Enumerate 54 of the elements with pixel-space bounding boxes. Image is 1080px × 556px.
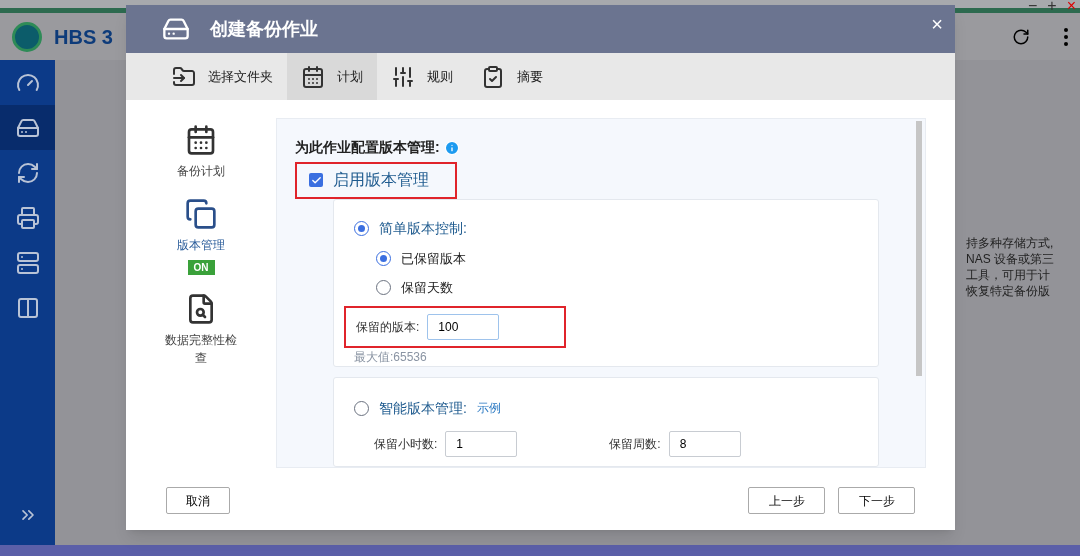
radio-button[interactable] (376, 250, 391, 266)
section-item[interactable]: 版本管理 ON (161, 198, 241, 275)
description-text: 恢复特定备份版 (966, 283, 1051, 299)
more-icon[interactable] (1064, 27, 1068, 46)
sync-icon (15, 160, 40, 185)
back-button[interactable]: 上一步 (748, 487, 825, 514)
scrollbar[interactable] (916, 121, 922, 376)
info-icon (443, 139, 460, 156)
section-heading: 为此作业配置版本管理: (295, 138, 440, 157)
window-control[interactable]: − (1027, 1, 1038, 11)
hint-text: 最大值:65536 (354, 348, 428, 366)
folder-icon (172, 64, 196, 89)
input-field[interactable]: 1 (445, 430, 518, 457)
calendar-icon (301, 64, 325, 89)
option-label: 保留天数 (401, 279, 453, 297)
server-icon (15, 250, 40, 275)
radio-button[interactable] (354, 220, 369, 236)
calendar-icon (185, 124, 217, 156)
description-text: 持多种存储方式, (966, 235, 1055, 251)
sidebar-item[interactable] (0, 105, 55, 150)
next-button[interactable]: 下一步 (838, 487, 915, 514)
example-link[interactable]: 示例 (476, 399, 501, 417)
option-label: 智能版本管理: (379, 398, 467, 418)
step-tab[interactable]: 计划 (287, 53, 377, 100)
logo-icon (12, 21, 42, 52)
cancel-button[interactable]: 取消 (166, 487, 230, 514)
status-badge: ON (187, 260, 215, 275)
checkbox-label: 启用版本管理 (333, 170, 429, 191)
copy-icon (185, 198, 217, 230)
field-label: 保留的版本: (356, 318, 420, 336)
section-item[interactable]: 备份计划 (161, 124, 241, 180)
panel-icon (15, 295, 40, 320)
sliders-icon (391, 64, 415, 89)
input-field[interactable]: 8 (668, 430, 741, 457)
input-field[interactable]: 100 (427, 313, 500, 340)
field-label: 保留周数: (609, 435, 661, 453)
radio-button[interactable] (354, 400, 369, 416)
description-text: 工具，可用于计 (966, 267, 1051, 283)
description-text: NAS 设备或第三 (966, 251, 1055, 267)
radio-button[interactable] (376, 280, 391, 296)
app-title: HBS 3 (54, 24, 113, 50)
option-label: 简单版本控制: (379, 218, 467, 238)
section-item[interactable]: 数据完整性检查 (161, 293, 241, 367)
checkbox[interactable] (309, 173, 323, 188)
step-tab[interactable]: 规则 (377, 53, 467, 100)
step-tab[interactable]: 选择文件夹 (158, 53, 287, 100)
close-button[interactable]: × (931, 9, 943, 39)
field-label: 保留小时数: (374, 435, 438, 453)
step-tab[interactable]: 摘要 (467, 53, 557, 100)
dialog-title: 创建备份作业 (210, 17, 318, 41)
refresh-icon (1012, 27, 1030, 46)
clipboard-icon (481, 64, 505, 89)
option-label: 已保留版本 (401, 249, 466, 268)
printer-icon (15, 205, 40, 230)
